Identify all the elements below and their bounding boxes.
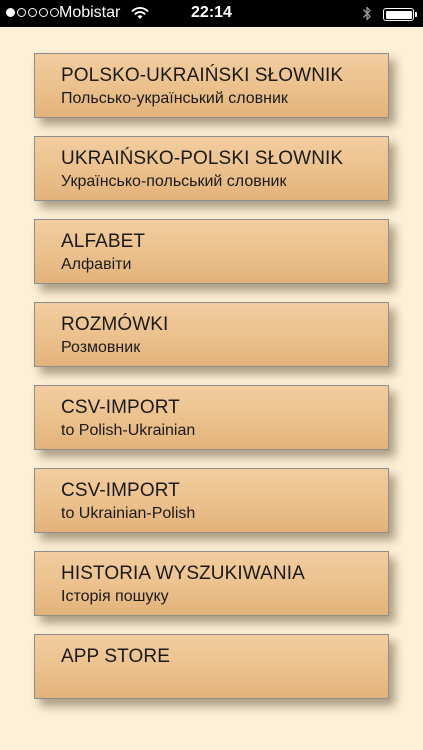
menu-button-title: HISTORIA WYSZUKIWANIA: [61, 563, 305, 584]
menu-button-app-store[interactable]: APP STORE: [34, 634, 389, 699]
bluetooth-icon: [362, 5, 372, 26]
menu-button-csv-import-polish-ukrainian[interactable]: CSV-IMPORT to Polish-Ukrainian: [34, 385, 389, 450]
menu-button-ukrainian-polish-dictionary[interactable]: UKRAIŃSKO-POLSKI SŁOWNIK Українсько-поль…: [34, 136, 389, 201]
menu-button-title: POLSKO-UKRAIŃSKI SŁOWNIK: [61, 65, 344, 86]
battery-level: [385, 10, 412, 19]
clock: 22:14: [191, 4, 232, 21]
menu-button-title: ROZMÓWKI: [61, 314, 169, 335]
menu-button-phrasebook[interactable]: ROZMÓWKI Розмовник: [34, 302, 389, 367]
menu-button-alphabet[interactable]: ALFABET Алфавіти: [34, 219, 389, 284]
menu-button-subtitle: Алфавіти: [61, 256, 132, 273]
menu-button-title: CSV-IMPORT: [61, 480, 180, 501]
battery-tip: [415, 12, 417, 17]
menu-button-subtitle: to Ukrainian-Polish: [61, 505, 196, 522]
menu-button-title: ALFABET: [61, 231, 146, 252]
menu-button-title: APP STORE: [61, 646, 170, 667]
menu-button-subtitle: Розмовник: [61, 339, 141, 356]
menu-button-title: UKRAIŃSKO-POLSKI SŁOWNIK: [61, 148, 344, 169]
menu-button-subtitle: Історія пошуку: [61, 588, 169, 605]
menu-button-subtitle: Польсько-український словник: [61, 90, 288, 107]
menu-button-subtitle: Українсько-польський словник: [61, 173, 287, 190]
status-bar: Mobistar 22:14: [0, 0, 423, 27]
menu-button-subtitle: to Polish-Ukrainian: [61, 422, 196, 439]
battery-icon: [383, 8, 414, 21]
menu-button-csv-import-ukrainian-polish[interactable]: CSV-IMPORT to Ukrainian-Polish: [34, 468, 389, 533]
menu-button-polish-ukrainian-dictionary[interactable]: POLSKO-UKRAIŃSKI SŁOWNIK Польсько-україн…: [34, 53, 389, 118]
menu-button-title: CSV-IMPORT: [61, 397, 180, 418]
menu-button-search-history[interactable]: HISTORIA WYSZUKIWANIA Історія пошуку: [34, 551, 389, 616]
